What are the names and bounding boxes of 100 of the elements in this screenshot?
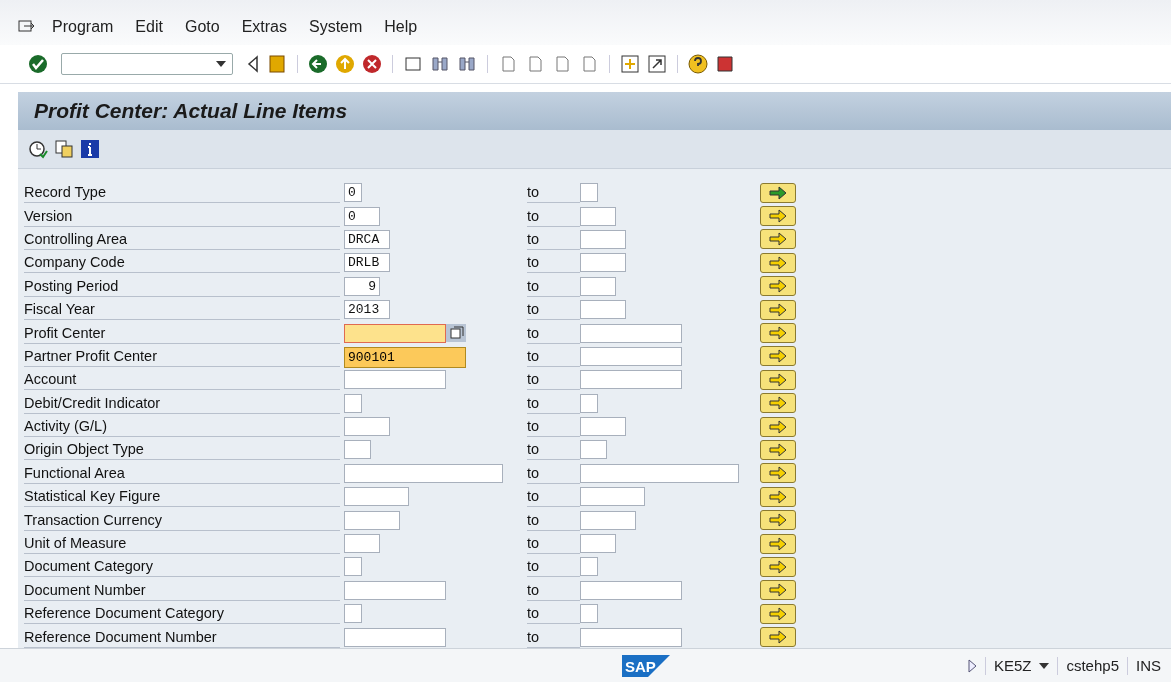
find-icon[interactable] xyxy=(430,54,450,74)
menu-icon[interactable] xyxy=(18,19,36,34)
input-field[interactable] xyxy=(580,557,598,577)
menu-item[interactable]: Extras xyxy=(241,17,287,36)
arrow-right-icon xyxy=(769,232,787,247)
multiple-selection-button[interactable] xyxy=(760,299,796,320)
input-field[interactable] xyxy=(580,323,682,343)
multiple-selection-button[interactable] xyxy=(760,556,796,577)
input-field[interactable] xyxy=(580,276,616,296)
multiple-selection-button[interactable] xyxy=(760,603,796,624)
input-field[interactable] xyxy=(580,393,598,413)
multiple-selection-button[interactable] xyxy=(760,369,796,390)
clock-icon[interactable] xyxy=(28,139,48,159)
input-field[interactable]: 0 xyxy=(344,183,362,203)
input-field[interactable] xyxy=(580,463,739,483)
input-field[interactable] xyxy=(580,580,682,600)
multiple-selection-button[interactable] xyxy=(760,206,796,227)
multiple-selection-button[interactable] xyxy=(760,533,796,554)
input-field[interactable] xyxy=(580,370,682,390)
copy-icon[interactable] xyxy=(54,139,74,159)
arrow-right-icon xyxy=(769,536,787,551)
input-field[interactable] xyxy=(580,627,682,647)
input-field[interactable] xyxy=(344,604,362,624)
cancel-icon[interactable] xyxy=(362,54,382,74)
shortcut-icon[interactable] xyxy=(647,54,667,74)
exit-icon[interactable] xyxy=(335,54,355,74)
arrow-right-icon xyxy=(769,443,787,457)
input-field[interactable]: 9 xyxy=(344,276,380,296)
enter-icon[interactable] xyxy=(28,54,48,74)
input-field[interactable]: 0 xyxy=(344,206,380,226)
input-field[interactable] xyxy=(580,534,616,554)
help-icon[interactable] xyxy=(688,54,708,74)
input-field[interactable] xyxy=(580,206,616,226)
input-field[interactable] xyxy=(344,627,446,647)
multiple-selection-button[interactable] xyxy=(760,182,796,203)
input-field[interactable] xyxy=(344,534,380,554)
expand-icon[interactable] xyxy=(966,658,977,673)
multiple-selection-button[interactable] xyxy=(760,580,796,601)
input-field[interactable]: DRLB xyxy=(344,253,390,273)
multiple-selection-button[interactable] xyxy=(760,440,796,460)
info-icon[interactable] xyxy=(80,139,100,159)
input-field[interactable] xyxy=(344,580,446,600)
menu-item[interactable]: Program xyxy=(52,17,114,36)
arrow-right-icon xyxy=(769,489,787,504)
find-next-icon[interactable] xyxy=(457,54,477,74)
menu-item[interactable]: Goto xyxy=(184,17,220,36)
multiple-selection-button[interactable] xyxy=(760,229,796,250)
input-field[interactable] xyxy=(580,253,626,273)
multiple-selection-button[interactable] xyxy=(760,323,796,344)
field-label: Functional Area xyxy=(24,462,340,484)
field-label: Reference Document Category xyxy=(24,603,340,625)
menu-item[interactable]: Help xyxy=(384,17,418,36)
input-field[interactable] xyxy=(344,487,409,507)
multiple-selection-button[interactable] xyxy=(760,463,796,484)
field-label: Transaction Currency xyxy=(24,509,340,531)
back-arrow-icon[interactable] xyxy=(246,55,260,73)
back-icon[interactable] xyxy=(308,54,328,74)
field-label: Document Category xyxy=(24,556,340,578)
new-session-icon[interactable] xyxy=(620,54,640,74)
input-field[interactable] xyxy=(344,393,362,413)
input-field[interactable] xyxy=(580,440,607,460)
input-field[interactable] xyxy=(580,487,645,507)
input-field[interactable] xyxy=(344,417,390,437)
field-label: Origin Object Type xyxy=(24,439,340,461)
multiple-selection-button[interactable] xyxy=(760,416,796,437)
value-help-icon[interactable] xyxy=(446,324,466,343)
arrow-right-icon xyxy=(769,466,787,481)
transaction-code[interactable]: KE5Z xyxy=(993,657,1032,674)
input-field[interactable]: DRCA xyxy=(344,229,390,249)
arrow-right-icon xyxy=(769,559,787,574)
input-field[interactable] xyxy=(344,557,362,577)
multiple-selection-button[interactable] xyxy=(760,627,796,648)
input-field[interactable]: 2013 xyxy=(344,300,390,320)
field-label: Version xyxy=(24,205,340,227)
arrow-right-icon xyxy=(769,372,787,387)
command-field[interactable] xyxy=(61,53,233,75)
arrow-right-icon xyxy=(769,419,787,434)
input-field[interactable] xyxy=(580,229,626,249)
multiple-selection-button[interactable] xyxy=(760,346,796,367)
input-field[interactable] xyxy=(580,604,598,624)
dropdown-icon[interactable] xyxy=(1039,662,1050,669)
multiple-selection-button[interactable] xyxy=(760,393,796,414)
field-label: Unit of Measure xyxy=(24,533,340,555)
menu-item[interactable]: Edit xyxy=(135,17,163,36)
multiple-selection-button[interactable] xyxy=(760,252,796,273)
input-field[interactable] xyxy=(580,183,598,203)
input-field[interactable] xyxy=(344,440,371,460)
input-field[interactable] xyxy=(344,463,503,483)
input-field[interactable] xyxy=(344,323,446,343)
input-field[interactable] xyxy=(344,510,400,530)
input-field[interactable] xyxy=(580,300,626,320)
input-field[interactable] xyxy=(580,346,682,366)
input-field[interactable] xyxy=(580,510,636,530)
input-field[interactable] xyxy=(344,370,446,390)
multiple-selection-button[interactable] xyxy=(760,276,796,297)
suggestion-popup[interactable]: 900101 xyxy=(344,346,466,368)
multiple-selection-button[interactable] xyxy=(760,486,796,507)
menu-item[interactable]: System xyxy=(308,17,363,36)
input-field[interactable] xyxy=(580,417,626,437)
multiple-selection-button[interactable] xyxy=(760,510,796,531)
